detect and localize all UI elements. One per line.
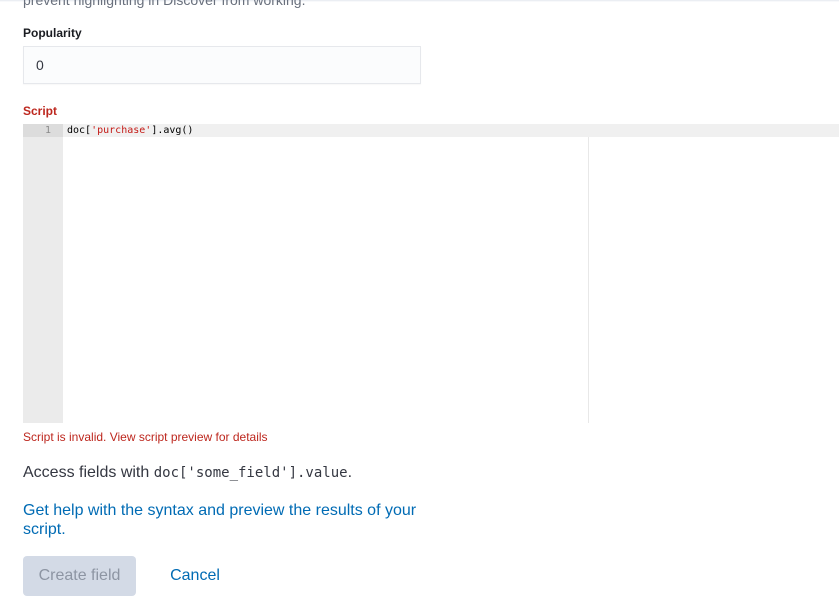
- popularity-label: Popularity: [23, 26, 82, 40]
- code-suffix: ].avg(): [151, 125, 194, 136]
- popularity-input[interactable]: [23, 46, 421, 84]
- access-code: doc['some_field'].value: [153, 465, 348, 481]
- script-help-link[interactable]: Get help with the syntax and preview the…: [23, 501, 423, 539]
- script-editor[interactable]: 1 doc['purchase'].avg(): [23, 124, 839, 423]
- print-margin: [588, 137, 589, 423]
- script-label: Script: [23, 104, 58, 118]
- code-prefix: doc[: [67, 125, 92, 136]
- access-suffix: .: [347, 464, 353, 481]
- code-string: 'purchase': [91, 125, 152, 136]
- active-gutter-cell: 1: [23, 124, 63, 137]
- line-number: 1: [44, 125, 51, 136]
- access-prefix: Access fields with: [23, 464, 154, 481]
- script-error: Script is invalid. View script preview f…: [23, 430, 268, 444]
- access-fields-help: Access fields with doc['some_field'].val…: [23, 464, 352, 482]
- field-editor-form: prevent highlighting in Discover from wo…: [0, 0, 839, 608]
- editor-gutter: 1: [23, 124, 63, 423]
- cancel-button[interactable]: Cancel: [155, 556, 235, 596]
- field-description-tail: prevent highlighting in Discover from wo…: [23, 0, 306, 8]
- create-field-button[interactable]: Create field: [23, 556, 136, 596]
- code-line[interactable]: doc['purchase'].avg(): [67, 124, 193, 137]
